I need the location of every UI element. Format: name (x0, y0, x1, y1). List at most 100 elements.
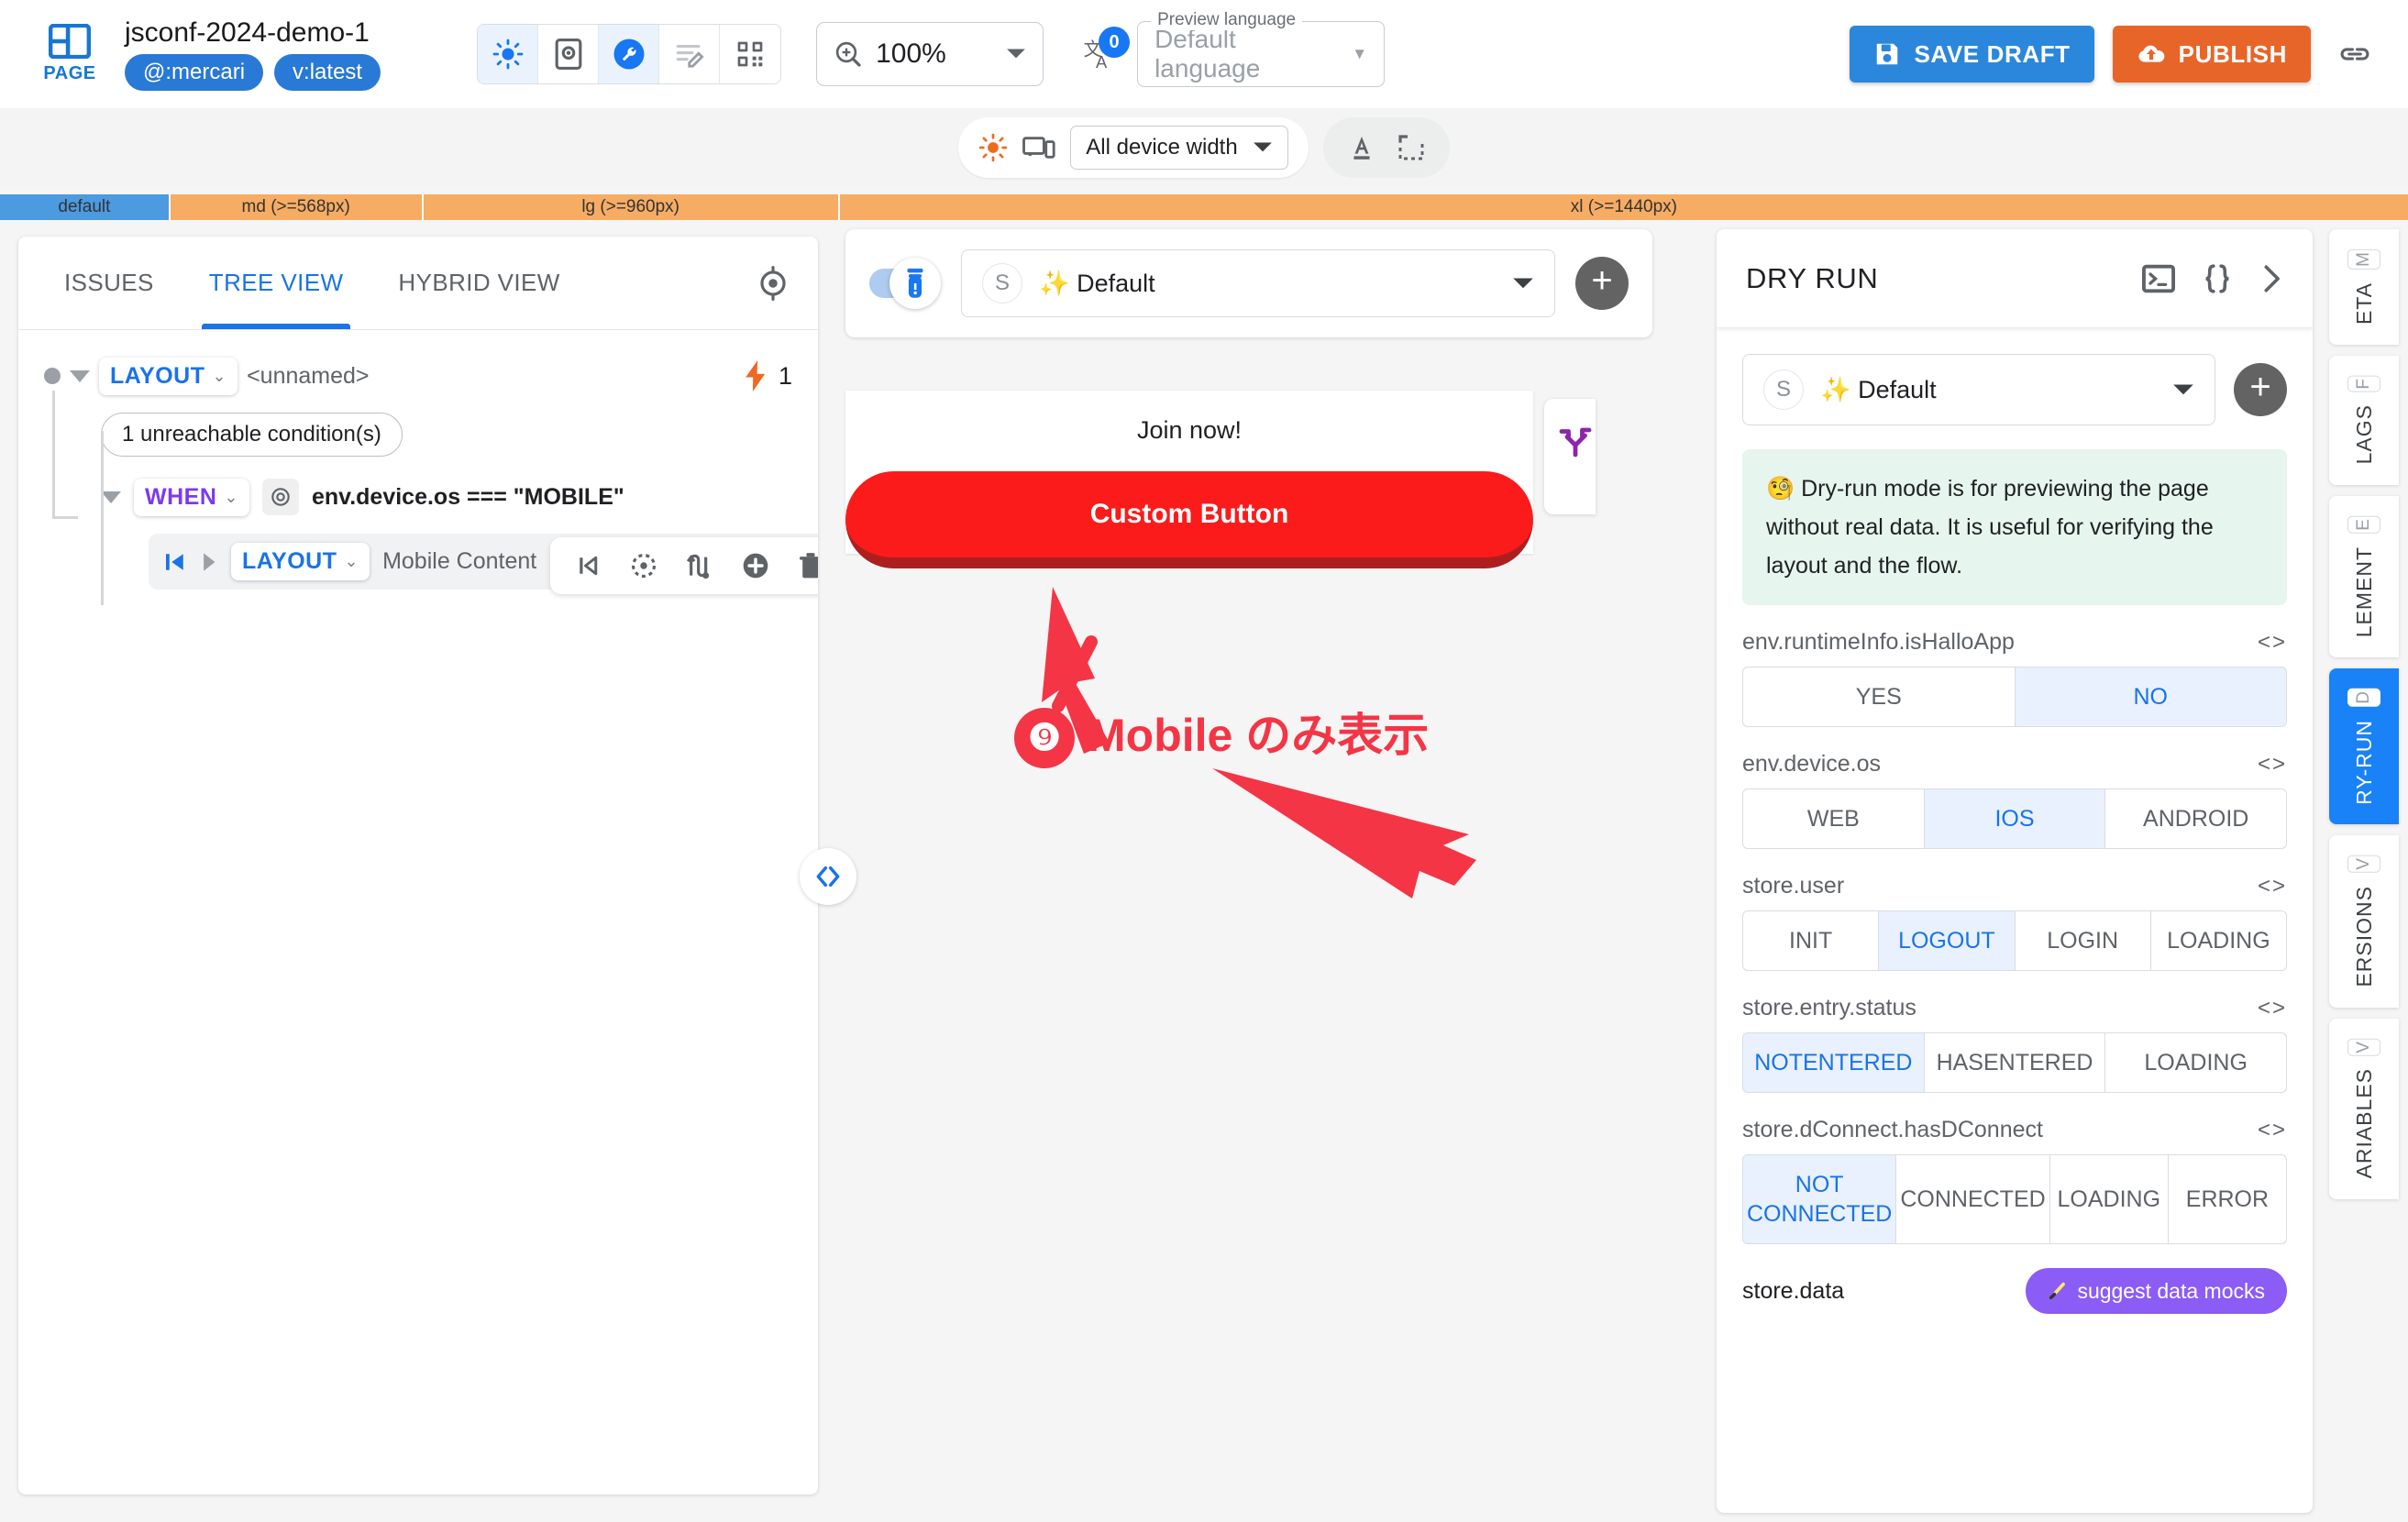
segment-option[interactable]: HASENTERED (1925, 1033, 2106, 1092)
tab-hybrid-view[interactable]: HYBRID VIEW (370, 237, 587, 329)
code-brackets-icon[interactable]: <> (2258, 996, 2287, 1021)
frame-outline-icon[interactable] (1397, 133, 1426, 162)
save-draft-button[interactable]: SAVE DRAFT (1850, 26, 2094, 83)
copy-link-button[interactable] (2329, 28, 2380, 80)
brightness-icon[interactable] (978, 133, 1008, 162)
device-width-select[interactable]: All device width (1070, 126, 1288, 170)
code-brackets-icon[interactable]: <> (2258, 752, 2287, 778)
rail-shortcut-key: M (2347, 249, 2380, 270)
terminal-icon[interactable] (2142, 264, 2175, 293)
segment-option[interactable]: ANDROID (2105, 789, 2286, 848)
segment-option[interactable]: LOADING (2151, 911, 2286, 970)
segment-option[interactable]: IOS (1924, 789, 2106, 848)
lightning-icon (744, 360, 768, 392)
tree-root-row[interactable]: LAYOUT ⌄ <unnamed> 1 (44, 352, 818, 400)
segment-option[interactable]: LOADING (2105, 1033, 2286, 1092)
preview-device-tool-button[interactable] (538, 25, 600, 83)
devices-icon[interactable] (1022, 134, 1055, 161)
chevron-down-icon[interactable] (70, 369, 90, 382)
preview-language-value: Default language (1154, 25, 1261, 83)
wrench-icon (613, 38, 646, 71)
rail-tab-element[interactable]: E LEMENT (2329, 495, 2399, 657)
add-dry-run-variant-button[interactable]: + (2234, 363, 2287, 416)
skip-previous-icon[interactable] (161, 548, 189, 576)
child-tag-pill[interactable]: LAYOUT ⌄ (231, 543, 370, 580)
segment-option[interactable]: NOTENTERED (1743, 1033, 1925, 1092)
breakpoint-lg[interactable]: lg (>=960px) (421, 194, 838, 220)
panel-collapse-handle[interactable] (800, 848, 856, 905)
delete-icon[interactable] (798, 551, 818, 580)
namespace-chip[interactable]: @:mercari (125, 54, 264, 91)
translate-count-badge: 0 (1099, 27, 1131, 58)
field-label-row: store.dConnect.hasDConnect <> (1742, 1117, 2287, 1143)
chevron-down-icon (1512, 277, 1534, 291)
version-chip[interactable]: v:latest (274, 54, 381, 91)
segment-option[interactable]: LOADING (2050, 1155, 2169, 1243)
tab-issues[interactable]: ISSUES (37, 237, 182, 329)
segment-option[interactable]: NOT CONNECTED (1743, 1155, 1897, 1243)
segment-option[interactable]: ERROR (2169, 1155, 2286, 1243)
settings-wrench-tool-button[interactable] (599, 25, 660, 83)
tree-when-row[interactable]: WHEN ⌄ env.device.os === "MOBILE" (101, 473, 818, 521)
publish-button[interactable]: PUBLISH (2112, 26, 2311, 83)
skip-previous-icon[interactable] (574, 552, 602, 579)
canvas-variant-select[interactable]: S ✨ Default (961, 249, 1555, 317)
code-brackets-icon[interactable]: <> (2258, 1118, 2287, 1143)
root-tag-pill[interactable]: LAYOUT ⌄ (99, 357, 238, 395)
add-circle-icon[interactable] (741, 551, 770, 580)
rail-tab-flags[interactable]: F LAGS (2329, 355, 2399, 485)
chevron-down-icon (1006, 48, 1026, 61)
code-brackets-icon[interactable]: <> (2258, 630, 2287, 656)
theme-tool-button[interactable] (478, 25, 539, 83)
segment-option[interactable]: LOGOUT (1879, 911, 2016, 970)
annotation-text: Mobile のみ表示 (1088, 710, 1430, 761)
rail-tab-versions[interactable]: V ERSIONS (2329, 835, 2399, 1008)
add-variant-button[interactable]: + (1575, 257, 1629, 310)
rail-tab-meta[interactable]: M ETA (2329, 229, 2399, 345)
rail-tab-dry-run[interactable]: D RY-RUN (2329, 667, 2399, 825)
tree-guide-elbow (52, 516, 78, 519)
segment-option[interactable]: INIT (1743, 911, 1880, 970)
qr-code-tool-button[interactable] (720, 25, 781, 83)
chevron-down-icon[interactable] (101, 491, 121, 503)
segment-option[interactable]: WEB (1743, 789, 1925, 848)
segment-option[interactable]: YES (1743, 667, 2016, 726)
field-name: store.entry.status (1742, 995, 1916, 1020)
canvas-variant-bar: S ✨ Default + (845, 229, 1652, 337)
when-tag-pill[interactable]: WHEN ⌄ (134, 478, 249, 516)
rail-shortcut-key: E (2347, 515, 2380, 534)
breakpoint-md[interactable]: md (>=568px) (168, 194, 422, 220)
preview-custom-button[interactable]: Custom Button (845, 471, 1533, 568)
preview-language-select[interactable]: Preview language Default language ▼ (1137, 10, 1386, 87)
suggest-data-mocks-button[interactable]: suggest data mocks (2026, 1268, 2287, 1314)
text-format-icon[interactable] (1347, 133, 1376, 162)
rail-shortcut-key: D (2347, 688, 2380, 707)
translate-icon-wrap[interactable]: 文A 0 (1075, 27, 1131, 80)
device-width-pill: All device width (958, 117, 1309, 178)
page-title: jsconf-2024-demo-1 (125, 17, 370, 48)
breakpoint-xl[interactable]: xl (>=1440px) (837, 194, 2408, 220)
edit-list-tool-button[interactable] (659, 25, 721, 83)
visibility-toggle[interactable] (261, 479, 299, 515)
swap-paths-icon[interactable] (686, 551, 713, 580)
breakpoint-default[interactable]: default (0, 194, 169, 220)
dry-run-toggle[interactable] (869, 258, 941, 309)
unreachable-conditions-chip[interactable]: 1 unreachable condition(s) (101, 413, 403, 457)
canvas-side-card[interactable] (1544, 399, 1596, 514)
crosshair-icon[interactable] (756, 265, 790, 301)
chevron-right-icon[interactable] (202, 552, 218, 572)
zoom-control[interactable]: 100% (816, 22, 1044, 86)
tab-tree-view[interactable]: TREE VIEW (182, 237, 371, 329)
page-preview-card: Join now! Custom Button (845, 391, 1533, 568)
chevron-right-icon[interactable] (2259, 263, 2283, 294)
tree-child-row[interactable]: LAYOUT ⌄ Mobile Content (149, 534, 818, 594)
segment-option[interactable]: NO (2015, 667, 2286, 726)
segment-option[interactable]: LOGIN (2016, 911, 2151, 970)
segment-option[interactable]: CONNECTED (1896, 1155, 2050, 1243)
rail-tab-variables[interactable]: V ARIABLES (2329, 1018, 2399, 1199)
target-dashed-icon[interactable] (629, 551, 658, 580)
curly-braces-icon[interactable] (2201, 263, 2234, 294)
preview-language-legend: Preview language (1151, 10, 1303, 30)
code-brackets-icon[interactable]: <> (2258, 874, 2287, 899)
dry-run-variant-select[interactable]: S ✨ Default (1742, 354, 2215, 425)
